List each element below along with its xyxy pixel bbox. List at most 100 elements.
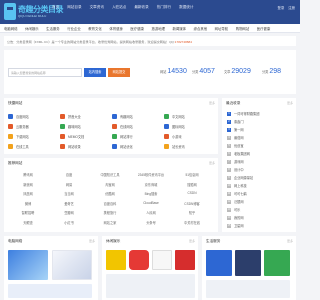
latest-item[interactable]: 1 一词可得财路集团 (227, 110, 295, 117)
recommend-link[interactable]: CSDN (174, 191, 210, 195)
category-item[interactable]: 旅游地理 (151, 26, 165, 31)
recommend-link[interactable]: 中关村在线 (174, 220, 210, 225)
recommend-link[interactable]: 2345软件资讯平台 (133, 172, 169, 177)
quick-site-item[interactable]: 趣味网站 (60, 122, 108, 131)
latest-item[interactable]: 5 优创宝 (227, 142, 295, 149)
recommend-link[interactable]: 爱奇艺 (51, 201, 87, 206)
recommend-link[interactable]: 优酷网 (92, 191, 128, 196)
site-thumbnail[interactable] (152, 250, 172, 270)
latest-item[interactable]: 12 泛银网 (227, 198, 295, 205)
site-thumbnail[interactable] (206, 250, 232, 276)
quick-site-item[interactable]: 网站排行 (112, 132, 160, 141)
latest-item[interactable]: 13 可乐 (227, 206, 295, 213)
recommend-link[interactable]: 头条号 (133, 220, 169, 225)
latest-item[interactable]: 4 番茄网 (227, 134, 295, 141)
recommend-link[interactable]: Bing搜索 (133, 191, 169, 196)
latest-item[interactable]: 15 卫星网 (227, 222, 295, 229)
more-link[interactable]: 更多 (287, 239, 293, 243)
quick-site-item[interactable]: 百度网站 (8, 112, 56, 121)
recommend-link[interactable]: 当当网 (51, 191, 87, 196)
quick-site-item[interactable]: 下载网站 (8, 132, 56, 141)
quick-site-item[interactable]: 图标网站 (164, 122, 212, 131)
site-thumbnail[interactable] (206, 280, 290, 298)
category-item[interactable]: 新闻媒体 (173, 26, 187, 31)
category-item[interactable]: 生活服务 (46, 26, 60, 31)
notice-contact[interactable]: 1782748884 (175, 40, 192, 44)
nav-stats[interactable]: 数据统计 (179, 5, 193, 10)
quick-site-item[interactable]: 小游戏 (164, 132, 212, 141)
recommend-link[interactable]: 豆瓣网 (51, 210, 87, 215)
recommend-link[interactable]: 携程旅行 (92, 210, 128, 215)
nav-articles[interactable]: 文章资讯 (90, 5, 104, 10)
latest-item[interactable]: 8 设计中 (227, 166, 295, 173)
more-link[interactable]: 更多 (209, 101, 215, 105)
quick-site-item[interactable]: 拼音大全 (60, 112, 108, 121)
recommend-link[interactable]: 智联招聘 (10, 210, 46, 215)
site-thumbnail[interactable] (106, 250, 126, 270)
recommend-link[interactable]: 淘宝网 (92, 182, 128, 187)
quick-site-item[interactable]: 云服务器 (8, 122, 56, 131)
recommend-link[interactable]: 微博 (10, 201, 46, 206)
quick-site-item[interactable]: 中文网站 (164, 112, 212, 121)
category-item[interactable]: 休闲娱乐 (25, 26, 39, 31)
search-input[interactable]: 请输入您要搜索的网站名称 (8, 68, 82, 77)
category-item[interactable]: 购物网站 (236, 26, 250, 31)
latest-item[interactable]: 6 老板集团网 (227, 150, 295, 157)
recommend-link[interactable]: 小红书 (51, 220, 87, 225)
latest-item[interactable]: 11 可可七鹤 (227, 190, 295, 197)
recommend-link[interactable]: CloudBase (133, 201, 169, 205)
quick-site-item[interactable]: 网站优化 (112, 142, 160, 151)
nav-ranking[interactable]: 热门排行 (157, 5, 171, 10)
latest-item[interactable]: 2 泰鑫门 (227, 118, 295, 125)
latest-item[interactable]: 3 第一网 (227, 126, 295, 133)
site-thumbnail[interactable] (264, 250, 290, 276)
latest-item[interactable]: 7 游戏网 (227, 158, 295, 165)
site-logo[interactable]: 奇趣分类目录 QIQU FENLEI MULU (4, 3, 64, 23)
nav-join[interactable]: 入驻站点 (112, 5, 126, 10)
recommend-link[interactable]: 新浪网 (10, 182, 46, 187)
latest-item[interactable]: 9 企业网源量站 (227, 174, 295, 181)
site-thumbnail[interactable] (8, 284, 92, 298)
site-thumbnail[interactable] (8, 250, 48, 280)
quick-site-item[interactable]: MEMO文档 (60, 132, 108, 141)
recommend-link[interactable]: 搜狐网 (174, 182, 210, 187)
search-button[interactable]: 站内搜索 (84, 68, 106, 77)
more-link[interactable]: 更多 (209, 161, 215, 165)
recommend-link[interactable]: 百度百科 (92, 201, 128, 206)
recommend-link[interactable]: 51信息网 (174, 172, 210, 177)
recommend-link[interactable]: CSDN博客 (174, 201, 210, 206)
nav-latest[interactable]: 最新收录 (134, 5, 148, 10)
category-item[interactable]: 教育文化 (88, 26, 102, 31)
site-thumbnail[interactable] (129, 250, 149, 270)
recommend-link[interactable]: 腾讯网 (10, 172, 46, 177)
recommend-link[interactable]: 网站之家 (92, 220, 128, 225)
latest-item[interactable]: 10 网上科技 (227, 182, 295, 189)
nav-home[interactable]: 首页 (52, 5, 59, 10)
category-item[interactable]: 医疗健康 (130, 26, 144, 31)
quick-site-item[interactable]: 有趣网站 (112, 112, 160, 121)
quick-site-item[interactable]: 在线工具 (8, 142, 56, 151)
quick-site-item[interactable]: 站长资讯 (164, 142, 212, 151)
site-thumbnail[interactable] (106, 274, 195, 298)
recommend-link[interactable]: 京东商城 (133, 182, 169, 187)
more-link[interactable]: 更多 (189, 239, 195, 243)
nav-directory[interactable]: 网站目录 (67, 5, 81, 10)
category-item[interactable]: 电脑网络 (4, 26, 18, 31)
category-item[interactable]: 行业企业 (67, 26, 81, 31)
latest-item[interactable]: 14 我的网 (227, 214, 295, 221)
login-link[interactable]: 登录 (277, 5, 284, 10)
site-thumbnail[interactable] (235, 250, 261, 276)
category-item[interactable]: 医疗健康 (257, 26, 271, 31)
quick-site-item[interactable]: 网站收录 (60, 142, 108, 151)
site-thumbnail[interactable] (52, 250, 92, 280)
recommend-link[interactable]: 天眼查 (10, 220, 46, 225)
recommend-link[interactable]: 中国知识工具 (92, 172, 128, 177)
submit-site-button[interactable]: 网站提交 (108, 68, 130, 77)
recommend-link[interactable]: 人民网 (133, 210, 169, 215)
register-link[interactable]: 注册 (288, 5, 295, 10)
recommend-link[interactable]: 网易 (51, 182, 87, 187)
more-link[interactable]: 更多 (89, 239, 95, 243)
category-item[interactable]: 网址导航 (215, 26, 229, 31)
recommend-link[interactable]: 百度 (51, 172, 87, 177)
category-item[interactable]: 体育健身 (109, 26, 123, 31)
